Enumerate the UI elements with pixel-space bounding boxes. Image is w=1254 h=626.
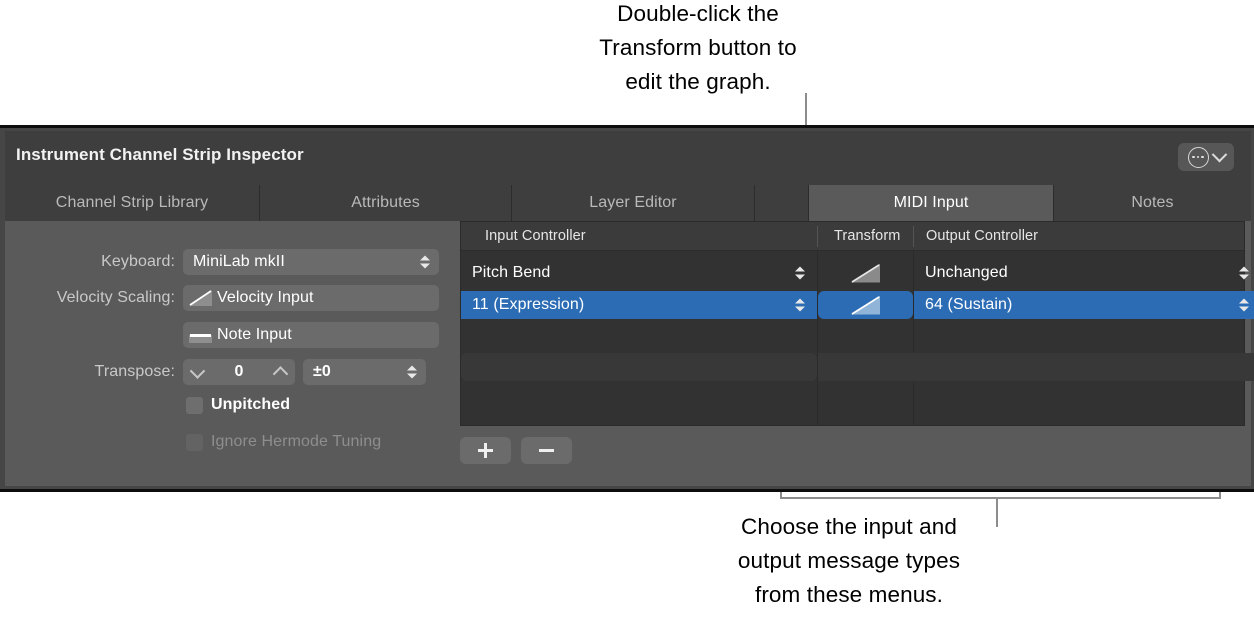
tab-layer-editor[interactable]: Layer Editor: [512, 185, 755, 221]
keyboard-value: MiniLab mkII: [193, 253, 285, 270]
table-row-empty: [818, 353, 1254, 381]
transpose-value: 0: [234, 363, 244, 380]
ramp-graph-icon: [851, 295, 880, 315]
transpose-fine-value: ±0: [313, 363, 331, 380]
note-input-button[interactable]: Note Input: [183, 322, 439, 348]
cell-output-controller-value: 64 (Sustain): [925, 296, 1013, 313]
note-input-value: Note Input: [217, 326, 292, 343]
midi-controller-table: Input Controller Transform Output Contro…: [460, 221, 1254, 426]
tab-attributes[interactable]: Attributes: [260, 185, 512, 221]
chevron-up-icon[interactable]: [272, 365, 289, 382]
table-row[interactable]: 11 (Expression) 64 (Sustain): [461, 291, 1254, 319]
leader-line-bottom-horizontal: [780, 497, 1221, 499]
unpitched-label: Unpitched: [211, 396, 291, 413]
page-title: Instrument Channel Strip Inspector: [16, 145, 304, 164]
cell-input-controller[interactable]: 11 (Expression): [461, 291, 817, 319]
cell-input-controller[interactable]: Pitch Bend: [461, 259, 817, 287]
tab-midi-input[interactable]: MIDI Input: [809, 185, 1054, 221]
callout-bottom-text: Choose the input and output message type…: [737, 514, 961, 607]
cell-output-controller[interactable]: 64 (Sustain): [914, 291, 1254, 319]
transpose-row: Transpose: 0 ±0: [5, 359, 455, 385]
velocity-scaling-row: Velocity Scaling: Velocity Input: [5, 285, 455, 311]
transpose-fine-popup[interactable]: ±0: [303, 359, 426, 385]
midi-input-right-panel: Input Controller Transform Output Contro…: [455, 221, 1254, 486]
velocity-scaling-value: Velocity Input: [217, 289, 314, 306]
inspector-tabbar: Channel Strip Library Attributes Layer E…: [5, 185, 1251, 221]
cell-output-controller-value: Unchanged: [925, 264, 1008, 281]
flat-graph-icon: [189, 327, 212, 343]
tab-label: Attributes: [351, 194, 420, 211]
callout-top-text: Double-click the Transform button to edi…: [599, 1, 797, 94]
ellipsis-circle-icon: [1187, 146, 1209, 168]
popup-arrows-icon: [795, 266, 805, 280]
more-options-button[interactable]: [1178, 143, 1234, 171]
popup-arrows-icon: [420, 255, 430, 269]
table-row[interactable]: Pitch Bend Unchanged: [461, 259, 1249, 287]
ramp-graph-icon: [189, 290, 212, 306]
midi-input-left-panel: Keyboard: MiniLab mkII Velocity Scaling:: [5, 221, 455, 486]
tab-label: Channel Strip Library: [55, 194, 209, 211]
minus-icon: [539, 449, 554, 452]
keyboard-popup[interactable]: MiniLab mkII: [183, 249, 439, 275]
instrument-channel-strip-inspector-window: Instrument Channel Strip Inspector Chann…: [0, 125, 1254, 492]
table-header-row: Input Controller Transform Output Contro…: [461, 222, 1244, 251]
add-row-button[interactable]: [460, 437, 511, 464]
transpose-label: Transpose:: [94, 363, 175, 380]
header-divider: [913, 226, 914, 247]
tab-label: MIDI Input: [893, 194, 969, 211]
transpose-stepper[interactable]: 0: [183, 359, 295, 385]
leader-line-bottom-stem: [996, 497, 998, 527]
velocity-input-button[interactable]: Velocity Input: [183, 285, 439, 311]
cell-input-controller-value: Pitch Bend: [472, 264, 551, 281]
ramp-graph-icon: [851, 263, 880, 283]
popup-arrows-icon: [795, 298, 805, 312]
cell-transform[interactable]: [818, 259, 913, 287]
ignore-hermode-tuning-checkbox-row: Ignore Hermode Tuning: [186, 433, 381, 451]
tab-label: Layer Editor: [589, 194, 677, 211]
cell-output-controller[interactable]: Unchanged: [914, 259, 1254, 287]
ignore-hermode-tuning-checkbox: [186, 433, 203, 451]
ignore-hermode-tuning-label: Ignore Hermode Tuning: [211, 433, 382, 450]
cell-transform[interactable]: [818, 291, 913, 319]
unpitched-checkbox-row[interactable]: Unpitched: [186, 396, 290, 414]
keyboard-label: Keyboard:: [101, 253, 175, 270]
table-row-empty: [461, 353, 817, 381]
column-header-transform[interactable]: Transform: [824, 222, 919, 251]
header-divider: [817, 226, 818, 247]
tab-notes[interactable]: Notes: [1054, 185, 1251, 221]
column-header-output-controller[interactable]: Output Controller: [916, 222, 1236, 251]
remove-row-button[interactable]: [521, 437, 572, 464]
cell-input-controller-value: 11 (Expression): [472, 296, 585, 313]
keyboard-row: Keyboard: MiniLab mkII: [5, 249, 455, 275]
popup-arrows-icon: [1239, 266, 1249, 280]
chevron-down-icon: [1211, 146, 1227, 162]
tab-channel-strip-library[interactable]: Channel Strip Library: [5, 185, 260, 221]
unpitched-checkbox[interactable]: [186, 396, 203, 414]
inspector-titlebar: Instrument Channel Strip Inspector: [5, 131, 1251, 185]
popup-arrows-icon: [407, 365, 417, 379]
column-header-input-controller[interactable]: Input Controller: [475, 222, 810, 251]
inspector-inner: Instrument Channel Strip Inspector Chann…: [5, 131, 1254, 486]
tab-label: Notes: [1131, 194, 1174, 211]
tab-spacer: [755, 185, 809, 221]
chevron-down-icon[interactable]: [189, 362, 206, 379]
velocity-scaling-label: Velocity Scaling:: [56, 289, 175, 306]
popup-arrows-icon: [1239, 298, 1249, 312]
note-input-row: Note Input: [5, 322, 455, 348]
